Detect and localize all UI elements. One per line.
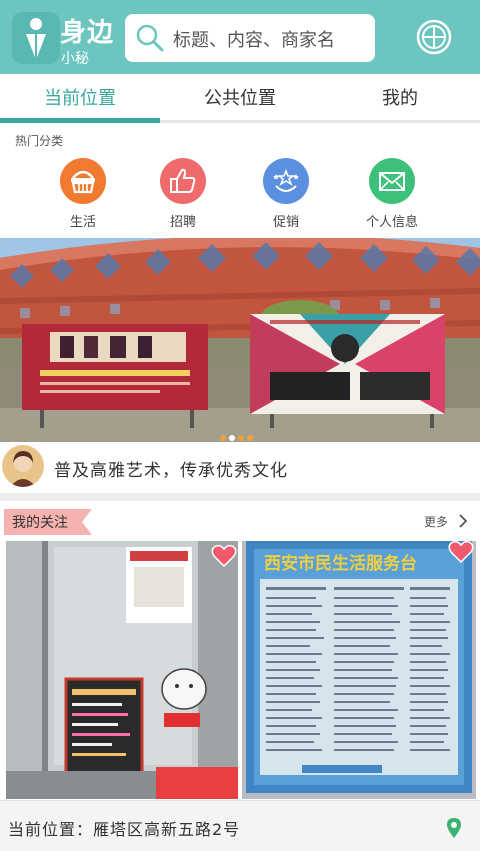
category-recruit[interactable]: 招聘 <box>143 158 223 230</box>
basket-icon <box>60 158 106 204</box>
follow-card[interactable] <box>6 541 238 799</box>
carousel-dot <box>247 435 253 441</box>
more-link[interactable]: 更多 <box>424 513 448 530</box>
card-image <box>6 541 238 799</box>
category-label: 促销 <box>272 215 299 230</box>
carousel-dot-active <box>229 435 235 441</box>
notice-text: 普及高雅艺术，传承优秀文化 <box>54 461 288 481</box>
category-promotion[interactable]: 促销 <box>246 158 326 230</box>
carousel-dot <box>238 435 244 441</box>
stars-icon <box>263 158 309 204</box>
category-personal-info[interactable]: 个人信息 <box>352 158 432 230</box>
carousel-dot <box>220 435 226 441</box>
globe-icon[interactable] <box>416 19 452 55</box>
thumbs-up-icon <box>160 158 206 204</box>
search-icon <box>136 24 164 52</box>
tab-mine[interactable]: 我的 <box>320 74 480 124</box>
category-label: 生活 <box>69 215 96 230</box>
board-title: 西安市民生活服务台 <box>264 553 417 574</box>
avatar <box>2 445 44 487</box>
category-label: 招聘 <box>169 215 196 230</box>
current-location-text: 当前位置：雁塔区高新五路2号 <box>8 820 241 839</box>
search-placeholder: 标题、内容、商家名 <box>173 30 335 51</box>
section-title: 我的关注 <box>12 515 68 531</box>
category-life[interactable]: 生活 <box>43 158 123 230</box>
app-header: 身边 小秘 标题、内容、商家名 <box>0 0 480 74</box>
carousel-indicator <box>220 426 256 441</box>
tab-bar: 当前位置 公共位置 我的 <box>0 74 480 124</box>
banner-carousel[interactable] <box>0 238 480 442</box>
favorite-heart-icon[interactable] <box>448 540 474 564</box>
location-pin-icon[interactable] <box>446 817 462 839</box>
chevron-right-icon[interactable] <box>458 514 468 528</box>
hot-categories-label: 热门分类 <box>15 134 64 148</box>
section-divider <box>0 493 480 501</box>
active-tab-indicator <box>0 118 160 123</box>
app-logo <box>12 12 60 64</box>
favorite-heart-icon[interactable] <box>211 544 237 568</box>
tab-current-location[interactable]: 当前位置 <box>0 74 160 124</box>
brand-subtitle: 小秘 <box>61 51 89 67</box>
notice-item[interactable]: 普及高雅艺术，传承优秀文化 <box>0 443 480 493</box>
brand-title: 身边 <box>60 18 115 48</box>
tab-public-location[interactable]: 公共位置 <box>160 74 320 124</box>
banner-image <box>0 238 480 442</box>
follow-card[interactable]: 西安市民生活服务台 <box>242 541 476 799</box>
card-image: 西安市民生活服务台 <box>242 541 476 799</box>
category-label: 个人信息 <box>365 215 418 230</box>
mail-icon <box>369 158 415 204</box>
search-input[interactable]: 标题、内容、商家名 <box>125 14 375 62</box>
